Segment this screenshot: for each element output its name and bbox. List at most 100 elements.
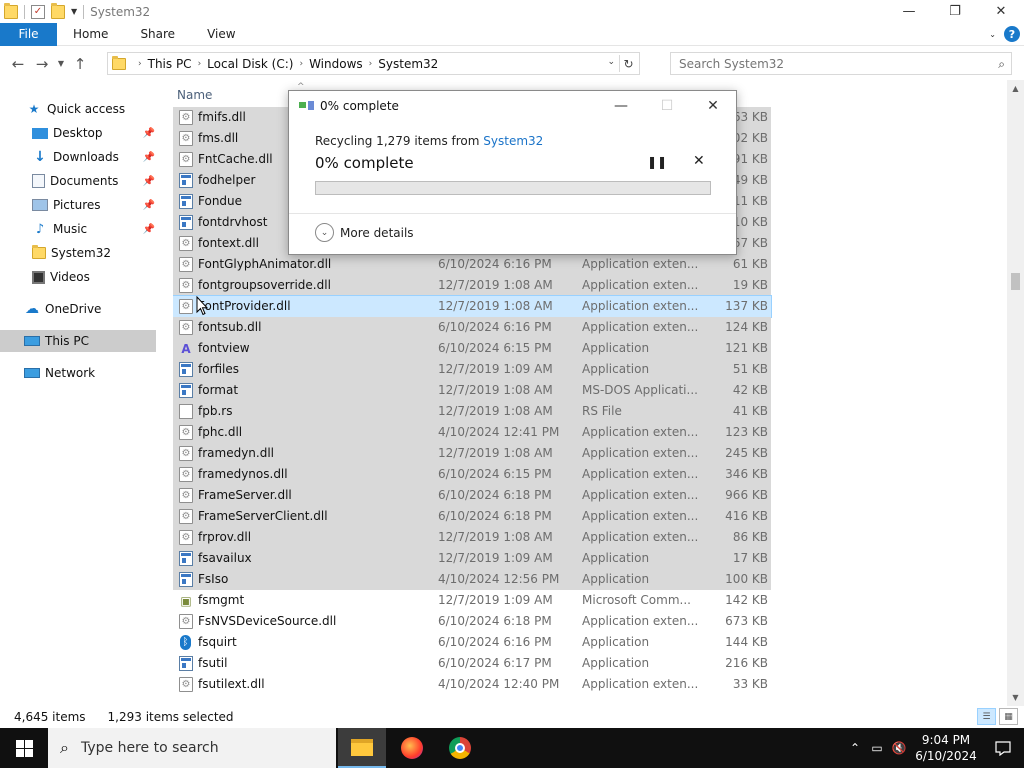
clock[interactable]: 9:04 PM 6/10/2024	[910, 732, 982, 764]
table-row[interactable]: ⚙ fontsub.dll 6/10/2024 6:16 PM Application…	[173, 317, 771, 338]
table-row[interactable]: ⚙ fsutilext.dll 4/10/2024 12:40 PM Applicat…	[173, 674, 771, 695]
table-row[interactable]: ⚙ FontProvider.dll 12/7/2019 1:08 AM Applic…	[173, 295, 772, 318]
table-row[interactable]: ⚙ FrameServerClient.dll 6/10/2024 6:18 PM A…	[173, 506, 771, 527]
pin-icon[interactable]: 📌	[143, 224, 155, 235]
file-date: 6/10/2024 6:16 PM	[438, 320, 552, 334]
search-input[interactable]	[679, 56, 979, 71]
scroll-thumb[interactable]	[1011, 273, 1020, 290]
more-details-toggle[interactable]: ⌄ More details	[315, 223, 414, 242]
forward-arrow-icon[interactable]: →	[30, 55, 54, 73]
chevron-right-icon[interactable]: ›	[138, 59, 142, 69]
details-view-icon[interactable]: ☰	[977, 708, 996, 725]
nav-videos[interactable]: Videos	[0, 266, 160, 288]
table-row[interactable]: format 12/7/2019 1:08 AM MS-DOS Applicati.…	[173, 380, 771, 401]
nav-onedrive[interactable]: ☁ OneDrive	[0, 298, 160, 320]
table-row[interactable]: ⚙ FsNVSDeviceSource.dll 6/10/2024 6:18 PM A…	[173, 611, 771, 632]
address-bar[interactable]: › This PC › Local Disk (C:) › Windows › …	[107, 52, 640, 75]
pin-icon[interactable]: 📌	[143, 152, 155, 163]
pin-icon[interactable]: 📌	[143, 176, 155, 187]
chevron-down-icon[interactable]: ⌄	[315, 223, 334, 242]
table-row[interactable]: ⚙ framedyn.dll 12/7/2019 1:08 AM Applicatio…	[173, 443, 771, 464]
desktop-icon	[32, 127, 48, 139]
breadcrumb-local-disk[interactable]: Local Disk (C:)	[207, 57, 293, 71]
taskbar-search[interactable]: ⌕ Type here to search	[48, 728, 336, 768]
column-header-name[interactable]: Name	[177, 88, 212, 102]
network-tray-icon[interactable]: ▭	[866, 741, 888, 755]
nav-system32[interactable]: System32	[0, 242, 160, 264]
tab-home[interactable]: Home	[57, 27, 124, 41]
search-box[interactable]: ⌕	[670, 52, 1012, 75]
table-row[interactable]: ⚙ FrameServer.dll 6/10/2024 6:18 PM Applica…	[173, 485, 771, 506]
table-row[interactable]: ⚙ framedynos.dll 6/10/2024 6:15 PM Applicat…	[173, 464, 771, 485]
chevron-right-icon[interactable]: ›	[369, 59, 373, 69]
scroll-down-icon[interactable]: ▼	[1007, 693, 1024, 702]
folder-icon[interactable]	[4, 2, 18, 19]
start-button[interactable]	[0, 728, 48, 768]
expand-ribbon-icon[interactable]: ⌄	[989, 30, 996, 39]
table-row[interactable]: fsutil 6/10/2024 6:17 PM Application 216 KB	[173, 653, 771, 674]
table-row[interactable]: ⚙ frprov.dll 12/7/2019 1:08 AM Application …	[173, 527, 771, 548]
back-arrow-icon[interactable]: ←	[6, 55, 30, 73]
tab-share[interactable]: Share	[124, 27, 191, 41]
scroll-up-icon[interactable]: ▲	[1007, 84, 1024, 93]
nav-desktop[interactable]: Desktop 📌	[0, 122, 160, 144]
file-date: 12/7/2019 1:09 AM	[438, 362, 553, 376]
nav-label: System32	[51, 246, 112, 260]
maximize-button[interactable]: ❐	[932, 0, 978, 23]
cancel-operation-icon[interactable]: ✕	[693, 153, 705, 169]
minimize-button[interactable]: —	[886, 0, 932, 23]
table-row[interactable]: fsavailux 12/7/2019 1:09 AM Application 17 …	[173, 548, 771, 569]
pin-icon[interactable]: 📌	[143, 128, 155, 139]
breadcrumb-this-pc[interactable]: This PC	[148, 57, 192, 71]
refresh-icon[interactable]: ↻	[619, 55, 637, 72]
vertical-scrollbar[interactable]: ▲ ▼	[1007, 80, 1024, 706]
pause-icon[interactable]: ❚❚	[647, 155, 667, 169]
table-row[interactable]: ᛒ fsquirt 6/10/2024 6:16 PM Application 144 …	[173, 632, 771, 653]
chrome-taskbar-button[interactable]	[436, 728, 484, 768]
table-row[interactable]: FsIso 4/10/2024 12:56 PM Application 100 KB	[173, 569, 771, 590]
recent-locations-icon[interactable]: ▼	[54, 59, 68, 68]
address-dropdown-icon[interactable]: ⌄	[607, 57, 615, 67]
nav-quick-access[interactable]: ★ Quick access	[0, 98, 160, 120]
firefox-taskbar-button[interactable]	[388, 728, 436, 768]
table-row[interactable]: ⚙ fontgroupsoverride.dll 12/7/2019 1:08 AM…	[173, 275, 771, 296]
action-center-button[interactable]	[982, 740, 1024, 756]
new-folder-icon[interactable]	[51, 2, 65, 19]
search-icon[interactable]: ⌕	[998, 57, 1005, 72]
properties-icon[interactable]: ✓	[31, 4, 45, 19]
nav-music[interactable]: ♪ Music 📌	[0, 218, 160, 240]
dll-file-icon: ⚙	[179, 152, 193, 167]
source-folder-link[interactable]: System32	[483, 134, 543, 148]
up-arrow-icon[interactable]: ↑	[68, 55, 92, 73]
dialog-minimize-button[interactable]: —	[598, 91, 644, 121]
table-row[interactable]: fpb.rs 12/7/2019 1:08 AM RS File 41 KB	[173, 401, 771, 422]
file-type: Application exten...	[582, 677, 699, 691]
breadcrumb-windows[interactable]: Windows	[309, 57, 363, 71]
file-explorer-taskbar-button[interactable]	[338, 728, 386, 768]
nav-documents[interactable]: Documents 📌	[0, 170, 160, 192]
table-row[interactable]: ⚙ fphc.dll 4/10/2024 12:41 PM Application e…	[173, 422, 771, 443]
pin-icon[interactable]: 📌	[143, 200, 155, 211]
table-row[interactable]: ⚙ FontGlyphAnimator.dll 6/10/2024 6:16 PM A…	[173, 254, 771, 275]
close-button[interactable]: ✕	[978, 0, 1024, 23]
qat-dropdown-icon[interactable]: ▼	[71, 7, 77, 16]
nav-downloads[interactable]: ↓ Downloads 📌	[0, 146, 160, 168]
help-icon[interactable]: ?	[1004, 26, 1020, 42]
dialog-close-button[interactable]: ✕	[690, 91, 736, 121]
table-row[interactable]: Afontview 6/10/2024 6:15 PM Application 121…	[173, 338, 771, 359]
nav-network[interactable]: Network	[0, 362, 160, 384]
file-size: 245 KB	[725, 446, 768, 460]
tab-view[interactable]: View	[191, 27, 251, 41]
nav-this-pc[interactable]: This PC	[0, 330, 156, 352]
file-tab[interactable]: File	[0, 22, 57, 46]
chevron-right-icon[interactable]: ›	[299, 59, 303, 69]
nav-pictures[interactable]: Pictures 📌	[0, 194, 160, 216]
show-hidden-icons-chevron-icon[interactable]: ⌃	[844, 741, 866, 755]
large-icons-view-icon[interactable]: ▦	[999, 708, 1018, 725]
breadcrumb-system32[interactable]: System32	[378, 57, 438, 71]
file-name: FrameServerClient.dll	[198, 509, 328, 523]
volume-muted-icon[interactable]: 🔇	[888, 741, 910, 755]
chevron-right-icon[interactable]: ›	[198, 59, 202, 69]
table-row[interactable]: forfiles 12/7/2019 1:09 AM Application 51 K…	[173, 359, 771, 380]
table-row[interactable]: ▣ fsmgmt 12/7/2019 1:09 AM Microsoft Comm..…	[173, 590, 771, 611]
